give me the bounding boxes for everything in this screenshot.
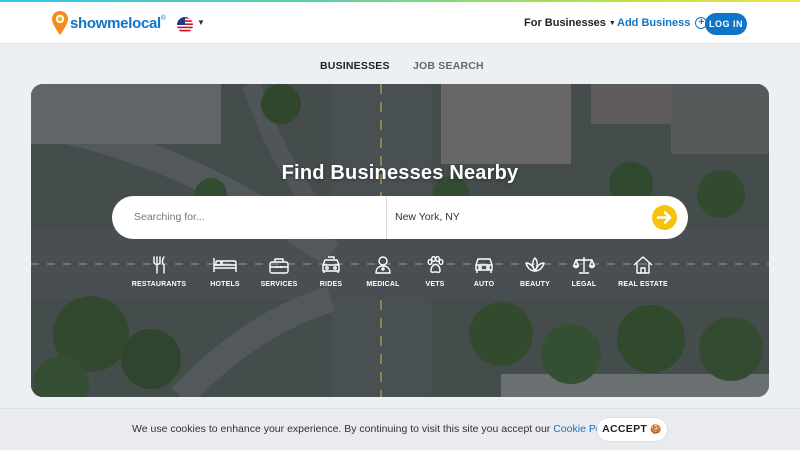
site-header: showmelocal® ▼ For Businesses ▼ Add Busin… xyxy=(0,2,800,44)
search-bar: Searching for... New York, NY xyxy=(112,196,688,239)
lotus-icon xyxy=(525,257,545,272)
search-tabs: BUSINESSES JOB SEARCH xyxy=(0,60,800,74)
logo-text: showmelocal® xyxy=(70,15,166,32)
location-pin-icon xyxy=(52,11,68,35)
category-bar: RESTAURANTS HOTELS SERVICES RIDES MEDICA… xyxy=(131,255,671,295)
category-real-estate[interactable]: REAL ESTATE xyxy=(613,255,673,295)
cookie-text: We use cookies to enhance your experienc… xyxy=(132,423,551,435)
tab-businesses[interactable]: BUSINESSES xyxy=(320,60,390,72)
for-businesses-label: For Businesses xyxy=(524,17,606,29)
arrow-right-icon xyxy=(656,211,672,224)
category-restaurants[interactable]: RESTAURANTS xyxy=(129,255,189,295)
category-hotels[interactable]: HOTELS xyxy=(195,255,255,295)
search-input[interactable]: Searching for... xyxy=(134,211,205,223)
hero-overlay xyxy=(31,84,769,397)
registered-mark: ® xyxy=(160,14,166,22)
cookie-message: We use cookies to enhance your experienc… xyxy=(132,423,617,435)
category-label: SERVICES xyxy=(260,281,298,288)
hero-title: Find Businesses Nearby xyxy=(281,162,519,184)
accept-cookies-button[interactable]: ACCEPT 🍪 xyxy=(597,418,667,441)
category-label: MEDICAL xyxy=(366,281,400,288)
doctor-icon xyxy=(375,256,391,274)
login-button[interactable]: LOG IN xyxy=(705,13,747,35)
language-caret-icon[interactable]: ▼ xyxy=(197,18,205,27)
category-legal[interactable]: LEGAL xyxy=(554,255,614,295)
search-divider xyxy=(386,196,387,239)
location-input[interactable]: New York, NY xyxy=(395,211,460,223)
add-business-label: Add Business xyxy=(617,17,691,29)
hero-banner: Find Businesses Nearby Searching for... … xyxy=(31,84,769,397)
cookie-banner: We use cookies to enhance your experienc… xyxy=(0,408,800,450)
logo-wordmark: showmelocal xyxy=(70,14,161,32)
category-label: HOTELS xyxy=(210,281,240,288)
category-label: LEGAL xyxy=(571,281,597,288)
category-medical[interactable]: MEDICAL xyxy=(353,255,413,295)
car-icon xyxy=(475,258,493,273)
tab-job-search[interactable]: JOB SEARCH xyxy=(413,60,484,72)
category-label: RESTAURANTS xyxy=(131,281,187,288)
category-rides[interactable]: RIDES xyxy=(301,255,361,295)
for-businesses-menu[interactable]: For Businesses ▼ xyxy=(524,17,616,29)
logo[interactable]: showmelocal® xyxy=(52,11,166,35)
add-business-link[interactable]: Add Business + xyxy=(617,17,708,29)
house-icon xyxy=(633,256,653,274)
scales-icon xyxy=(572,257,596,274)
search-submit-button[interactable] xyxy=(652,205,677,230)
paw-icon xyxy=(427,255,444,273)
us-flag-icon[interactable] xyxy=(177,17,193,33)
category-label: RIDES xyxy=(319,281,343,288)
fork-knife-icon xyxy=(153,256,165,274)
cookie-icon: 🍪 xyxy=(650,424,662,434)
category-label: REAL ESTATE xyxy=(618,281,668,288)
category-services[interactable]: SERVICES xyxy=(249,255,309,295)
chevron-down-icon: ▼ xyxy=(608,20,616,27)
accept-label: ACCEPT xyxy=(602,423,648,435)
taxi-icon xyxy=(322,256,340,273)
toolbox-icon xyxy=(269,258,289,274)
bed-icon xyxy=(213,258,237,272)
